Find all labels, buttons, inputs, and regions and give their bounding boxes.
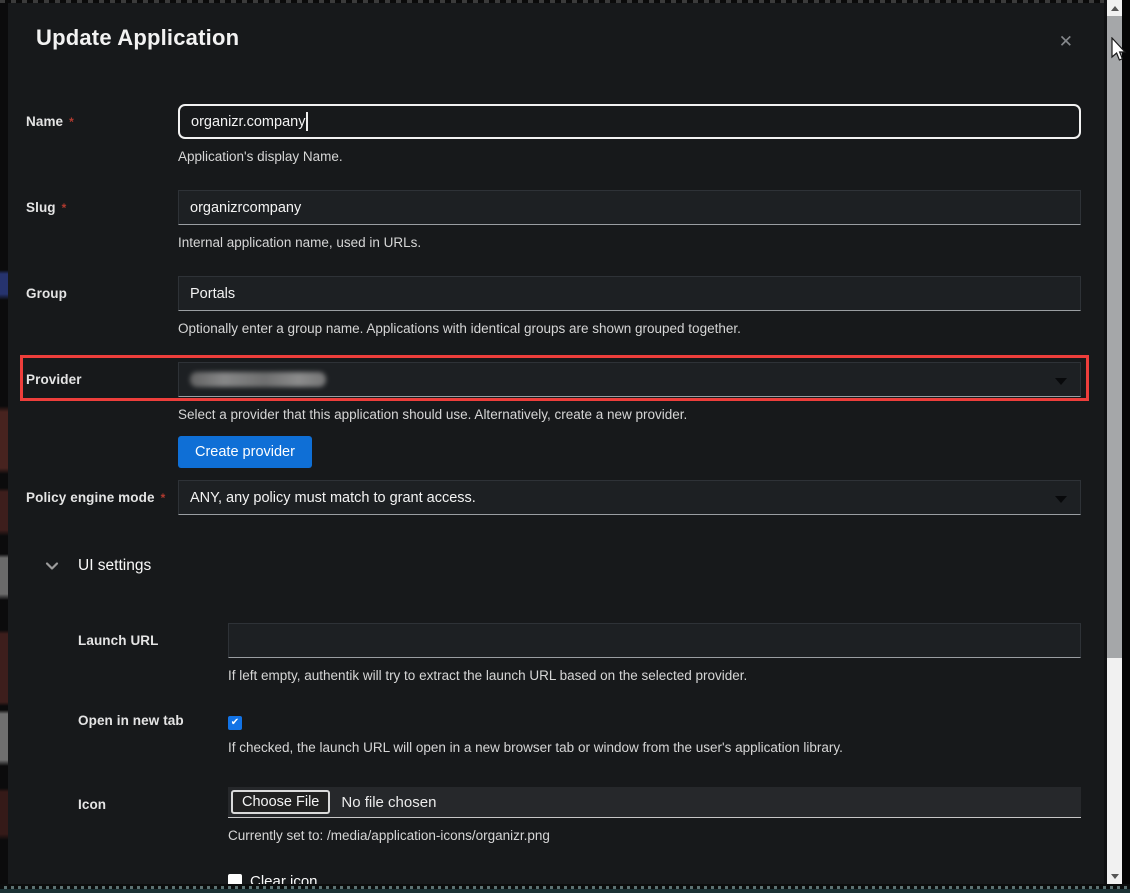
scrollbar-thumb[interactable] bbox=[1107, 16, 1122, 658]
screen: Update Application ✕ Name* organizr.comp… bbox=[0, 0, 1130, 893]
required-marker: * bbox=[62, 201, 67, 215]
form-group-policy-engine-mode: Policy engine mode* ANY, any policy must… bbox=[26, 480, 1081, 515]
arrow-down-icon bbox=[1111, 874, 1119, 879]
form-group-launch-url: Launch URL If left empty, authentik will… bbox=[78, 623, 1081, 685]
form-group-clear-icon: Clear icon bbox=[78, 871, 1081, 884]
form-group-icon: Icon Choose File No file chosen Currentl… bbox=[78, 787, 1081, 845]
chevron-down-icon bbox=[45, 559, 59, 573]
clear-icon-label: Clear icon bbox=[250, 873, 318, 885]
modal-header: Update Application ✕ bbox=[26, 25, 1081, 58]
right-margin bbox=[1122, 0, 1130, 893]
form-group-name: Name* organizr.company Application's dis… bbox=[26, 104, 1081, 166]
launch-url-help: If left empty, authentik will try to ext… bbox=[228, 667, 1081, 685]
create-provider-button[interactable]: Create provider bbox=[178, 436, 312, 468]
bottom-teal-strip bbox=[0, 889, 1130, 893]
modal-top-dashed-border bbox=[0, 0, 1130, 3]
open-in-new-tab-checkbox[interactable] bbox=[228, 716, 242, 730]
required-marker: * bbox=[69, 115, 74, 129]
group-label: Group bbox=[26, 276, 178, 338]
icon-label: Icon bbox=[78, 787, 228, 845]
provider-redacted-value bbox=[190, 372, 326, 387]
required-marker: * bbox=[161, 491, 166, 505]
slug-help: Internal application name, used in URLs. bbox=[178, 234, 1081, 252]
open-in-new-tab-help: If checked, the launch URL will open in … bbox=[228, 739, 1081, 757]
icon-file-input[interactable]: Choose File No file chosen bbox=[228, 787, 1081, 818]
launch-url-label: Launch URL bbox=[78, 623, 228, 685]
form-group-provider: Provider Select a provider that this app… bbox=[26, 362, 1081, 468]
name-label: Name* bbox=[26, 104, 178, 166]
text-caret bbox=[306, 112, 308, 131]
icon-help: Currently set to: /media/application-ico… bbox=[228, 827, 1081, 845]
chevron-down-icon bbox=[1055, 496, 1067, 503]
policy-engine-mode-value: ANY, any policy must match to grant acce… bbox=[190, 490, 476, 506]
chevron-down-icon bbox=[1055, 378, 1067, 385]
open-in-new-tab-label: Open in new tab bbox=[78, 710, 228, 757]
ui-settings-section-body: Launch URL If left empty, authentik will… bbox=[78, 623, 1081, 884]
bottom-edge bbox=[0, 884, 1130, 893]
update-application-modal: Update Application ✕ Name* organizr.comp… bbox=[8, 3, 1104, 884]
arrow-up-icon bbox=[1111, 6, 1119, 11]
form-group-slug: Slug* Internal application name, used in… bbox=[26, 190, 1081, 252]
policy-engine-mode-select[interactable]: ANY, any policy must match to grant acce… bbox=[178, 480, 1081, 515]
background-page-sliver bbox=[0, 0, 8, 893]
slug-label: Slug* bbox=[26, 190, 178, 252]
form-group-open-in-new-tab: Open in new tab If checked, the launch U… bbox=[78, 710, 1081, 757]
group-input[interactable] bbox=[178, 276, 1081, 311]
file-chosen-status: No file chosen bbox=[341, 794, 436, 811]
form-group-group: Group Optionally enter a group name. App… bbox=[26, 276, 1081, 338]
scroll-up-button[interactable] bbox=[1107, 0, 1122, 16]
close-icon[interactable]: ✕ bbox=[1051, 27, 1081, 56]
ui-settings-section-header[interactable]: UI settings bbox=[26, 555, 1081, 577]
group-help: Optionally enter a group name. Applicati… bbox=[178, 320, 1081, 338]
clear-icon-checkbox[interactable] bbox=[228, 874, 242, 884]
provider-help: Select a provider that this application … bbox=[178, 406, 1081, 424]
scroll-down-button[interactable] bbox=[1107, 868, 1122, 884]
choose-file-button[interactable]: Choose File bbox=[231, 790, 330, 814]
name-input[interactable]: organizr.company bbox=[178, 104, 1081, 139]
page-title: Update Application bbox=[26, 25, 239, 51]
name-input-value: organizr.company bbox=[191, 114, 305, 130]
provider-select[interactable] bbox=[178, 362, 1081, 397]
vertical-scrollbar[interactable] bbox=[1107, 0, 1122, 884]
slug-input[interactable] bbox=[178, 190, 1081, 225]
ui-settings-section-title: UI settings bbox=[78, 557, 151, 575]
launch-url-input[interactable] bbox=[228, 623, 1081, 658]
provider-label: Provider bbox=[26, 362, 178, 468]
policy-engine-mode-label: Policy engine mode* bbox=[26, 480, 178, 515]
name-help: Application's display Name. bbox=[178, 148, 1081, 166]
